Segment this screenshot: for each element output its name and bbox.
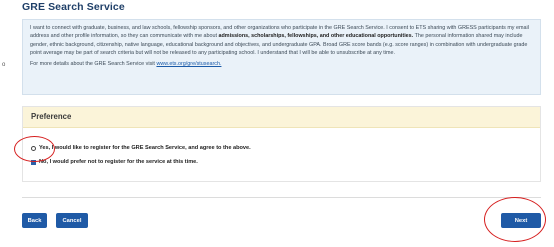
- gre-stusearch-link[interactable]: www.ets.org/gre/stusearch.: [156, 61, 221, 67]
- consent-text: I want to connect with graduate, busines…: [30, 24, 533, 57]
- preference-header: Preference: [23, 107, 540, 128]
- option-no-register[interactable]: No, I would prefer not to register for t…: [31, 159, 198, 165]
- preference-card: Preference Yes, I would like to register…: [22, 106, 541, 182]
- cancel-button[interactable]: Cancel: [56, 213, 88, 228]
- more-details-prefix: For more details about the GRE Search Se…: [30, 61, 157, 68]
- footer-divider: [22, 197, 541, 198]
- gre-search-service-page: GRE Search Service I want to connect wit…: [0, 0, 554, 247]
- consent-info-box: I want to connect with graduate, busines…: [22, 19, 541, 95]
- more-details-text: For more details about the GRE Search Se…: [30, 60, 533, 68]
- next-button[interactable]: Next: [501, 213, 541, 228]
- consent-bold-text: admissions, scholarships, fellowships, a…: [218, 33, 414, 40]
- back-button[interactable]: Back: [22, 213, 47, 228]
- radio-button-no-selected[interactable]: [31, 159, 36, 165]
- option-yes-register[interactable]: Yes, I would like to register for the GR…: [31, 145, 251, 151]
- radio-button-yes[interactable]: [31, 145, 36, 151]
- page-title: GRE Search Service: [22, 1, 125, 13]
- left-margin-marker: o: [2, 62, 6, 68]
- option-no-label: No, I would prefer not to register for t…: [39, 159, 198, 165]
- option-yes-label: Yes, I would like to register for the GR…: [39, 145, 251, 151]
